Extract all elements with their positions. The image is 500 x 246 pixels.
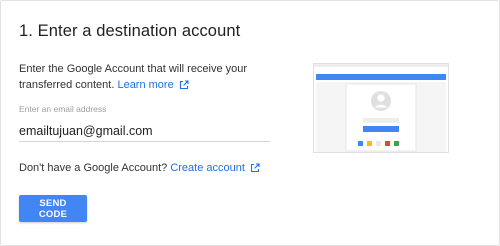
destination-account-card: 1. Enter a destination account Enter the…: [0, 0, 500, 246]
open-in-new-icon: [250, 163, 260, 176]
create-account-link[interactable]: Create account: [170, 162, 260, 174]
description-text: Enter the Google Account that will recei…: [19, 61, 269, 95]
account-browser-illustration: [313, 63, 449, 153]
email-field-label: Enter an email address: [19, 104, 107, 114]
send-code-button[interactable]: SEND CODE: [19, 195, 87, 222]
learn-more-label: Learn more: [117, 79, 174, 91]
create-account-label: Create account: [170, 162, 245, 174]
open-in-new-icon: [179, 79, 189, 95]
email-field[interactable]: [19, 120, 270, 142]
create-account-row: Don't have a Google Account? Create acco…: [19, 162, 260, 176]
no-account-prompt: Don't have a Google Account?: [19, 162, 168, 174]
page-title: 1. Enter a destination account: [19, 22, 241, 40]
learn-more-link[interactable]: Learn more: [117, 79, 189, 91]
